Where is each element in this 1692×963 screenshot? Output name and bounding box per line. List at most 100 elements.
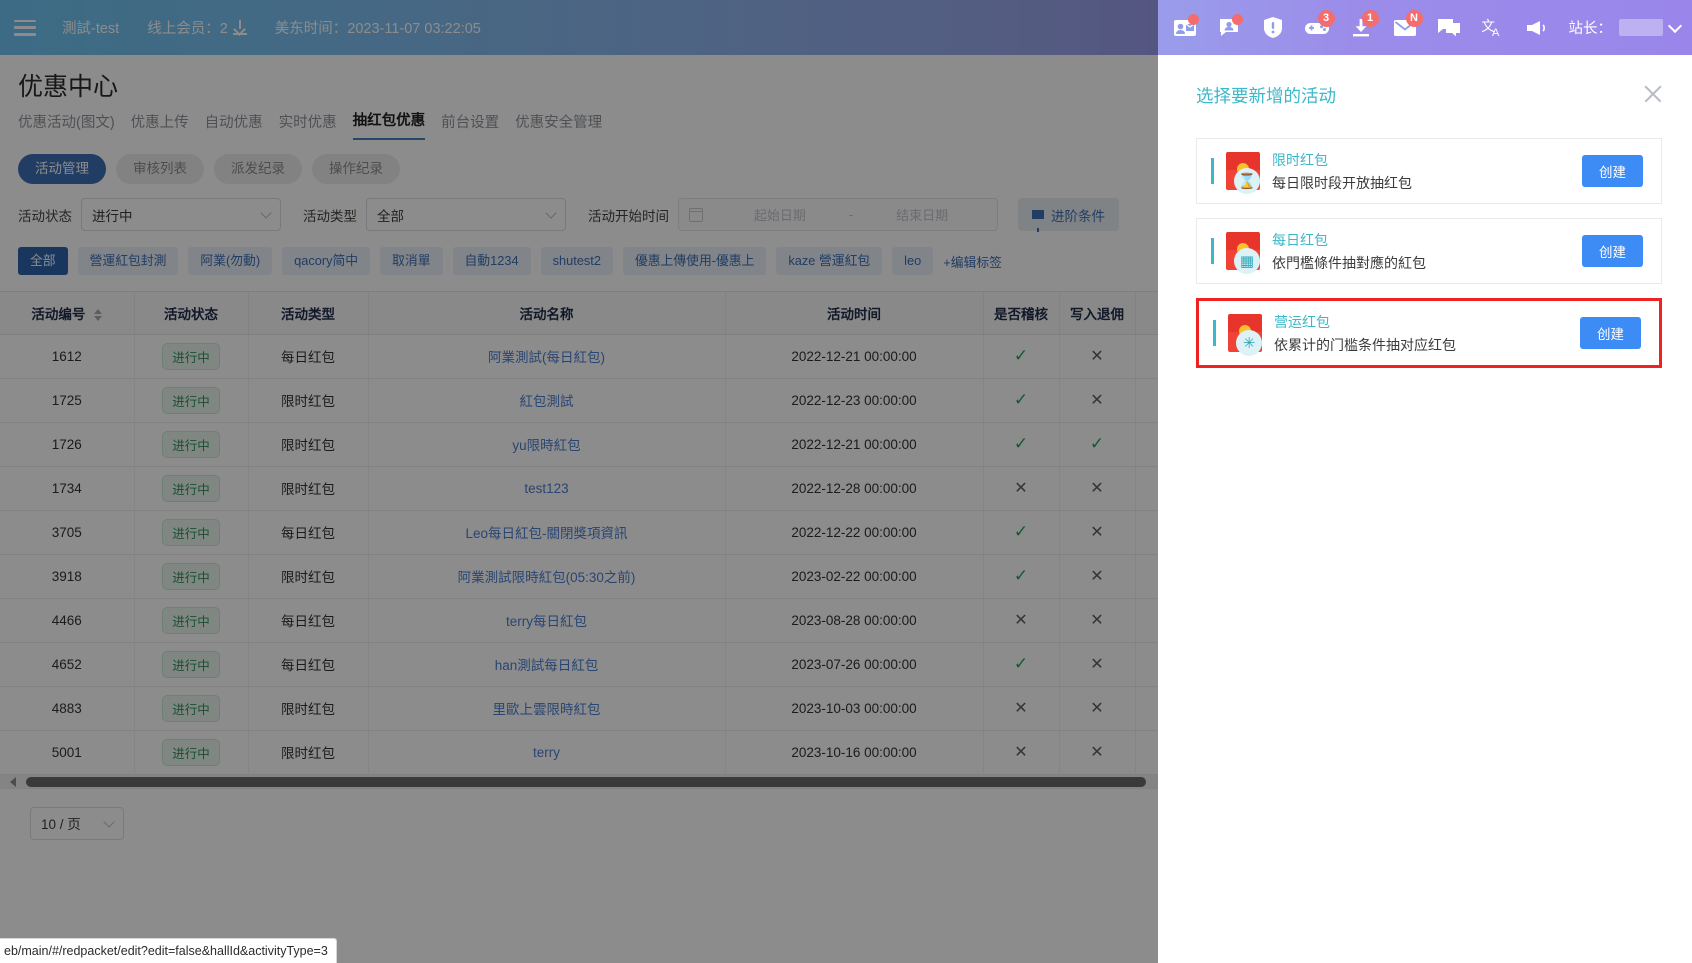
download-icon[interactable]: 1	[1339, 8, 1383, 48]
nav-tab-frontend-settings[interactable]: 前台设置	[441, 111, 499, 140]
activity-name-link[interactable]: yu限時紅包	[512, 438, 580, 453]
tag-item[interactable]: shutest2	[541, 247, 613, 275]
status-badge: 进行中	[162, 695, 220, 722]
col-activity-id[interactable]: 活动编号	[0, 292, 134, 334]
game-controller-icon[interactable]: 3	[1295, 8, 1339, 48]
nav-tab-promo-upload[interactable]: 优惠上传	[131, 111, 189, 140]
cross-icon: ✕	[1090, 700, 1103, 717]
page-size-select[interactable]: 10 / 页	[30, 807, 124, 840]
online-members: 线上会员：2	[147, 17, 247, 38]
check-icon: ✓	[1090, 434, 1104, 453]
cell-audit: ✕	[983, 730, 1059, 774]
tag-item[interactable]: 營運紅包封測	[78, 247, 179, 275]
server-time: 美东时间：2023-11-07 03:22:05	[275, 17, 481, 38]
cell-rebate: ✓	[1059, 422, 1135, 466]
contact-card-icon[interactable]	[1163, 8, 1207, 48]
create-button[interactable]: 创建	[1580, 317, 1641, 349]
cell-activity-time: 2023-10-03 00:00:00	[725, 686, 983, 730]
activity-name-link[interactable]: 紅包測試	[520, 394, 574, 409]
cross-icon: ✕	[1090, 524, 1103, 541]
status-badge: 进行中	[162, 343, 220, 370]
nav-tab-redpacket-promo[interactable]: 抽红包优惠	[353, 109, 426, 140]
cross-icon: ✕	[1090, 744, 1103, 761]
download-arrow-icon[interactable]	[233, 20, 247, 35]
nav-tab-realtime-promo[interactable]: 实时优惠	[279, 111, 337, 140]
scrollbar-thumb[interactable]	[26, 777, 1146, 787]
nav-tab-promo-security[interactable]: 优惠安全管理	[515, 111, 602, 140]
scroll-left-arrow-icon[interactable]	[10, 777, 16, 787]
user-message-icon[interactable]	[1207, 8, 1251, 48]
activity-name-link[interactable]: test123	[524, 481, 568, 496]
chevron-down-icon[interactable]	[1668, 18, 1682, 32]
activity-name-link[interactable]: terry	[533, 745, 560, 760]
cell-rebate: ✕	[1059, 510, 1135, 554]
cell-activity-type: 限时红包	[248, 466, 368, 510]
tag-item[interactable]: qacory简中	[282, 247, 370, 275]
cross-icon: ✕	[1090, 480, 1103, 497]
cell-activity-name: terry	[368, 730, 725, 774]
create-button[interactable]: 创建	[1582, 155, 1643, 187]
chat-icon[interactable]	[1427, 8, 1471, 48]
card-text: 限时红包 每日限时段开放抽红包	[1272, 150, 1582, 193]
translate-icon[interactable]: 文A	[1471, 8, 1515, 48]
cross-icon: ✕	[1090, 656, 1103, 673]
shield-alert-icon[interactable]	[1251, 8, 1295, 48]
activity-name-link[interactable]: 里歐上雲限時紅包	[493, 702, 601, 717]
card-accent-bar	[1211, 238, 1214, 264]
cell-activity-id: 3918	[0, 554, 134, 598]
activity-card-daily[interactable]: ▦ 每日红包 依門檻條件抽對應的紅包 创建	[1196, 218, 1662, 284]
close-icon[interactable]	[1642, 83, 1664, 105]
advanced-filter-button[interactable]: 进阶条件	[1018, 198, 1119, 231]
create-button[interactable]: 创建	[1582, 235, 1643, 267]
check-icon: ✓	[1014, 654, 1028, 673]
cell-activity-status: 进行中	[134, 466, 248, 510]
cell-activity-status: 进行中	[134, 334, 248, 378]
wheel-icon: ✳	[1236, 330, 1262, 356]
sort-icon[interactable]	[94, 309, 102, 321]
activity-status-select[interactable]: 进行中	[81, 198, 281, 231]
cell-activity-id: 1612	[0, 334, 134, 378]
sub-tab-dispatch-record[interactable]: 派发纪录	[214, 154, 302, 184]
activity-name-link[interactable]: Leo每日紅包-關閉獎項資訊	[465, 526, 627, 541]
activity-name-link[interactable]: terry每日紅包	[506, 614, 587, 629]
card-desc: 依累计的门槛条件抽对应红包	[1274, 335, 1580, 355]
nav-tab-auto-promo[interactable]: 自动优惠	[205, 111, 263, 140]
megaphone-icon[interactable]	[1515, 8, 1559, 48]
activity-name-link[interactable]: 阿業測試(每日紅包)	[488, 350, 605, 365]
sub-tab-operation-record[interactable]: 操作纪录	[312, 154, 400, 184]
user-menu[interactable]: 站长：	[1569, 17, 1681, 38]
activity-name-link[interactable]: 阿業測試限時紅包(05:30之前)	[458, 570, 636, 585]
tag-item[interactable]: kaze 營運紅包	[776, 247, 882, 275]
activity-type-select[interactable]: 全部	[366, 198, 566, 231]
cell-activity-id: 4883	[0, 686, 134, 730]
cell-rebate: ✕	[1059, 642, 1135, 686]
nav-tab-promo-activity[interactable]: 优惠活动(图文)	[18, 111, 115, 140]
mail-icon[interactable]: N	[1383, 8, 1427, 48]
tag-item[interactable]: 阿業(勿動)	[188, 247, 272, 275]
advanced-filter-label: 进阶条件	[1051, 205, 1105, 225]
edit-tags-button[interactable]: +编辑标签	[943, 252, 1002, 271]
activity-card-operational[interactable]: ✳ 营运红包 依累计的门槛条件抽对应红包 创建	[1196, 298, 1662, 368]
filter-funnel-icon	[1032, 210, 1044, 219]
tag-item[interactable]: leo	[892, 247, 933, 275]
tag-all[interactable]: 全部	[18, 247, 68, 275]
cell-activity-time: 2022-12-28 00:00:00	[725, 466, 983, 510]
cell-activity-id: 1726	[0, 422, 134, 466]
hamburger-icon[interactable]	[14, 20, 36, 36]
cell-rebate: ✕	[1059, 598, 1135, 642]
tag-item[interactable]: 自動1234	[453, 247, 531, 275]
cell-activity-status: 进行中	[134, 510, 248, 554]
sub-tab-activity-manage[interactable]: 活动管理	[18, 154, 106, 184]
cell-activity-type: 每日红包	[248, 334, 368, 378]
sub-tab-audit-list[interactable]: 审核列表	[116, 154, 204, 184]
activity-card-limited-time[interactable]: ⌛ 限时红包 每日限时段开放抽红包 创建	[1196, 138, 1662, 204]
cell-activity-name: han測試每日紅包	[368, 642, 725, 686]
date-range-picker[interactable]: 起始日期 - 结束日期	[678, 198, 998, 231]
activity-name-link[interactable]: han測試每日紅包	[495, 658, 599, 673]
cell-activity-id: 4466	[0, 598, 134, 642]
tag-item[interactable]: 取消單	[380, 247, 442, 275]
tag-item[interactable]: 優惠上傳使用-優惠上	[623, 247, 766, 275]
site-name: 測試-test	[62, 17, 119, 38]
cell-activity-time: 2022-12-21 00:00:00	[725, 422, 983, 466]
cell-activity-type: 限时红包	[248, 554, 368, 598]
